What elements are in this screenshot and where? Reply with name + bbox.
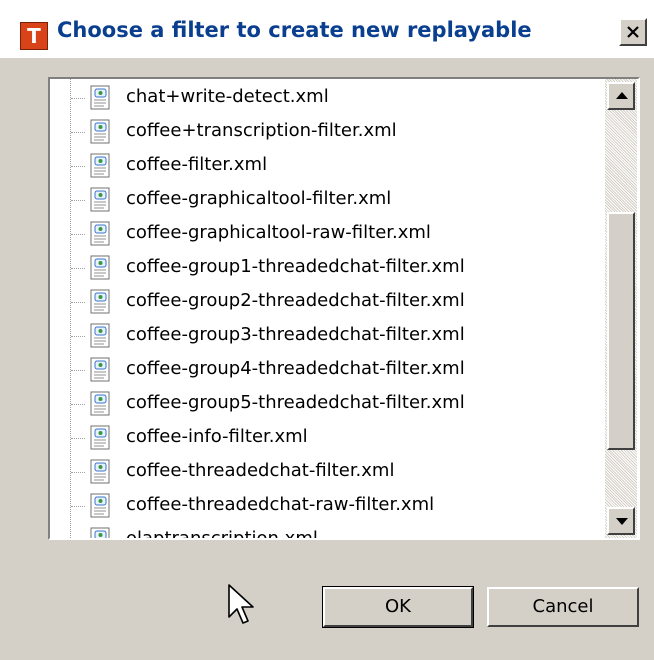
tree-item[interactable]: coffee-group4-threadedchat-filter.xml — [50, 353, 600, 387]
tree-item[interactable]: coffee-group3-threadedchat-filter.xml — [50, 319, 600, 353]
tree-branch-line — [71, 132, 85, 133]
tree-item[interactable]: coffee-group2-threadedchat-filter.xml — [50, 285, 600, 319]
tree-item[interactable]: coffee-threadedchat-filter.xml — [50, 455, 600, 489]
tree-branch-line — [71, 268, 85, 269]
close-button[interactable] — [619, 18, 647, 46]
tree-item[interactable]: coffee+transcription-filter.xml — [50, 115, 600, 149]
tree-item-label: coffee+transcription-filter.xml — [126, 120, 397, 141]
tree-item-label: chat+write-detect.xml — [126, 86, 329, 107]
close-icon — [627, 26, 639, 38]
xml-file-icon — [90, 357, 110, 382]
tree-branch-line — [71, 336, 85, 337]
tree-branch-line — [71, 234, 85, 235]
tree-item[interactable]: coffee-threadedchat-raw-filter.xml — [50, 489, 600, 523]
vertical-scrollbar[interactable] — [605, 79, 637, 538]
scroll-down-button[interactable] — [607, 507, 635, 535]
xml-file-icon — [90, 425, 110, 450]
xml-file-icon — [90, 323, 110, 348]
tree-branch-line — [71, 200, 85, 201]
tree-branch-line — [71, 472, 85, 473]
tree-item-label: coffee-threadedchat-filter.xml — [126, 460, 395, 481]
tree-item[interactable]: coffee-graphicaltool-raw-filter.xml — [50, 217, 600, 251]
app-icon: T — [20, 22, 48, 50]
filter-list: chat+write-detect.xml coffee+transcriptio… — [50, 81, 600, 540]
tree-item-label: coffee-group2-threadedchat-filter.xml — [126, 290, 465, 311]
xml-file-icon — [90, 221, 110, 246]
tree-item[interactable]: coffee-graphicaltool-filter.xml — [50, 183, 600, 217]
xml-file-icon — [90, 187, 110, 212]
tree-branch-line — [71, 302, 85, 303]
tree-branch-line — [71, 506, 85, 507]
xml-file-icon — [90, 459, 110, 484]
dialog-title: Choose a filter to create new replayable — [57, 18, 532, 42]
xml-file-icon — [90, 153, 110, 178]
tree-item[interactable]: coffee-info-filter.xml — [50, 421, 600, 455]
tree-item[interactable]: coffee-filter.xml — [50, 149, 600, 183]
filter-tree[interactable]: chat+write-detect.xml coffee+transcriptio… — [48, 77, 640, 540]
tree-branch-line — [71, 98, 85, 99]
cancel-button[interactable]: Cancel — [487, 587, 639, 627]
tree-item-label: coffee-info-filter.xml — [126, 426, 308, 447]
scroll-up-button[interactable] — [607, 82, 635, 110]
xml-file-icon — [90, 119, 110, 144]
tree-item-label: coffee-threadedchat-raw-filter.xml — [126, 494, 435, 515]
tree-branch-line — [71, 370, 85, 371]
xml-file-icon — [90, 85, 110, 110]
tree-item[interactable]: coffee-group5-threadedchat-filter.xml — [50, 387, 600, 421]
xml-file-icon — [90, 391, 110, 416]
ok-button[interactable]: OK — [322, 586, 474, 628]
title-bar[interactable]: T Choose a filter to create new replayab… — [0, 0, 654, 58]
tree-item-label: coffee-graphicaltool-raw-filter.xml — [126, 222, 431, 243]
tree-item[interactable]: chat+write-detect.xml — [50, 81, 600, 115]
arrow-down-icon — [616, 518, 628, 525]
scroll-thumb[interactable] — [607, 212, 635, 450]
xml-file-icon — [90, 255, 110, 280]
tree-item-label: coffee-group4-threadedchat-filter.xml — [126, 358, 465, 379]
tree-item-label: olaptranscription.xml — [126, 528, 318, 540]
mouse-cursor-icon — [228, 584, 254, 624]
xml-file-icon — [90, 493, 110, 518]
tree-branch-line — [71, 404, 85, 405]
xml-file-icon — [90, 289, 110, 314]
tree-branch-line — [71, 438, 85, 439]
tree-branch-line — [71, 166, 85, 167]
tree-item-label: coffee-graphicaltool-filter.xml — [126, 188, 392, 209]
arrow-up-icon — [616, 92, 628, 99]
tree-item[interactable]: coffee-group1-threadedchat-filter.xml — [50, 251, 600, 285]
xml-file-icon — [90, 527, 110, 538]
tree-item[interactable]: olaptranscription.xml — [50, 523, 600, 540]
tree-item-label: coffee-filter.xml — [126, 154, 268, 175]
tree-item-label: coffee-group5-threadedchat-filter.xml — [126, 392, 465, 413]
tree-item-label: coffee-group1-threadedchat-filter.xml — [126, 256, 465, 277]
tree-item-label: coffee-group3-threadedchat-filter.xml — [126, 324, 465, 345]
dialog-window: T Choose a filter to create new replayab… — [0, 0, 654, 660]
